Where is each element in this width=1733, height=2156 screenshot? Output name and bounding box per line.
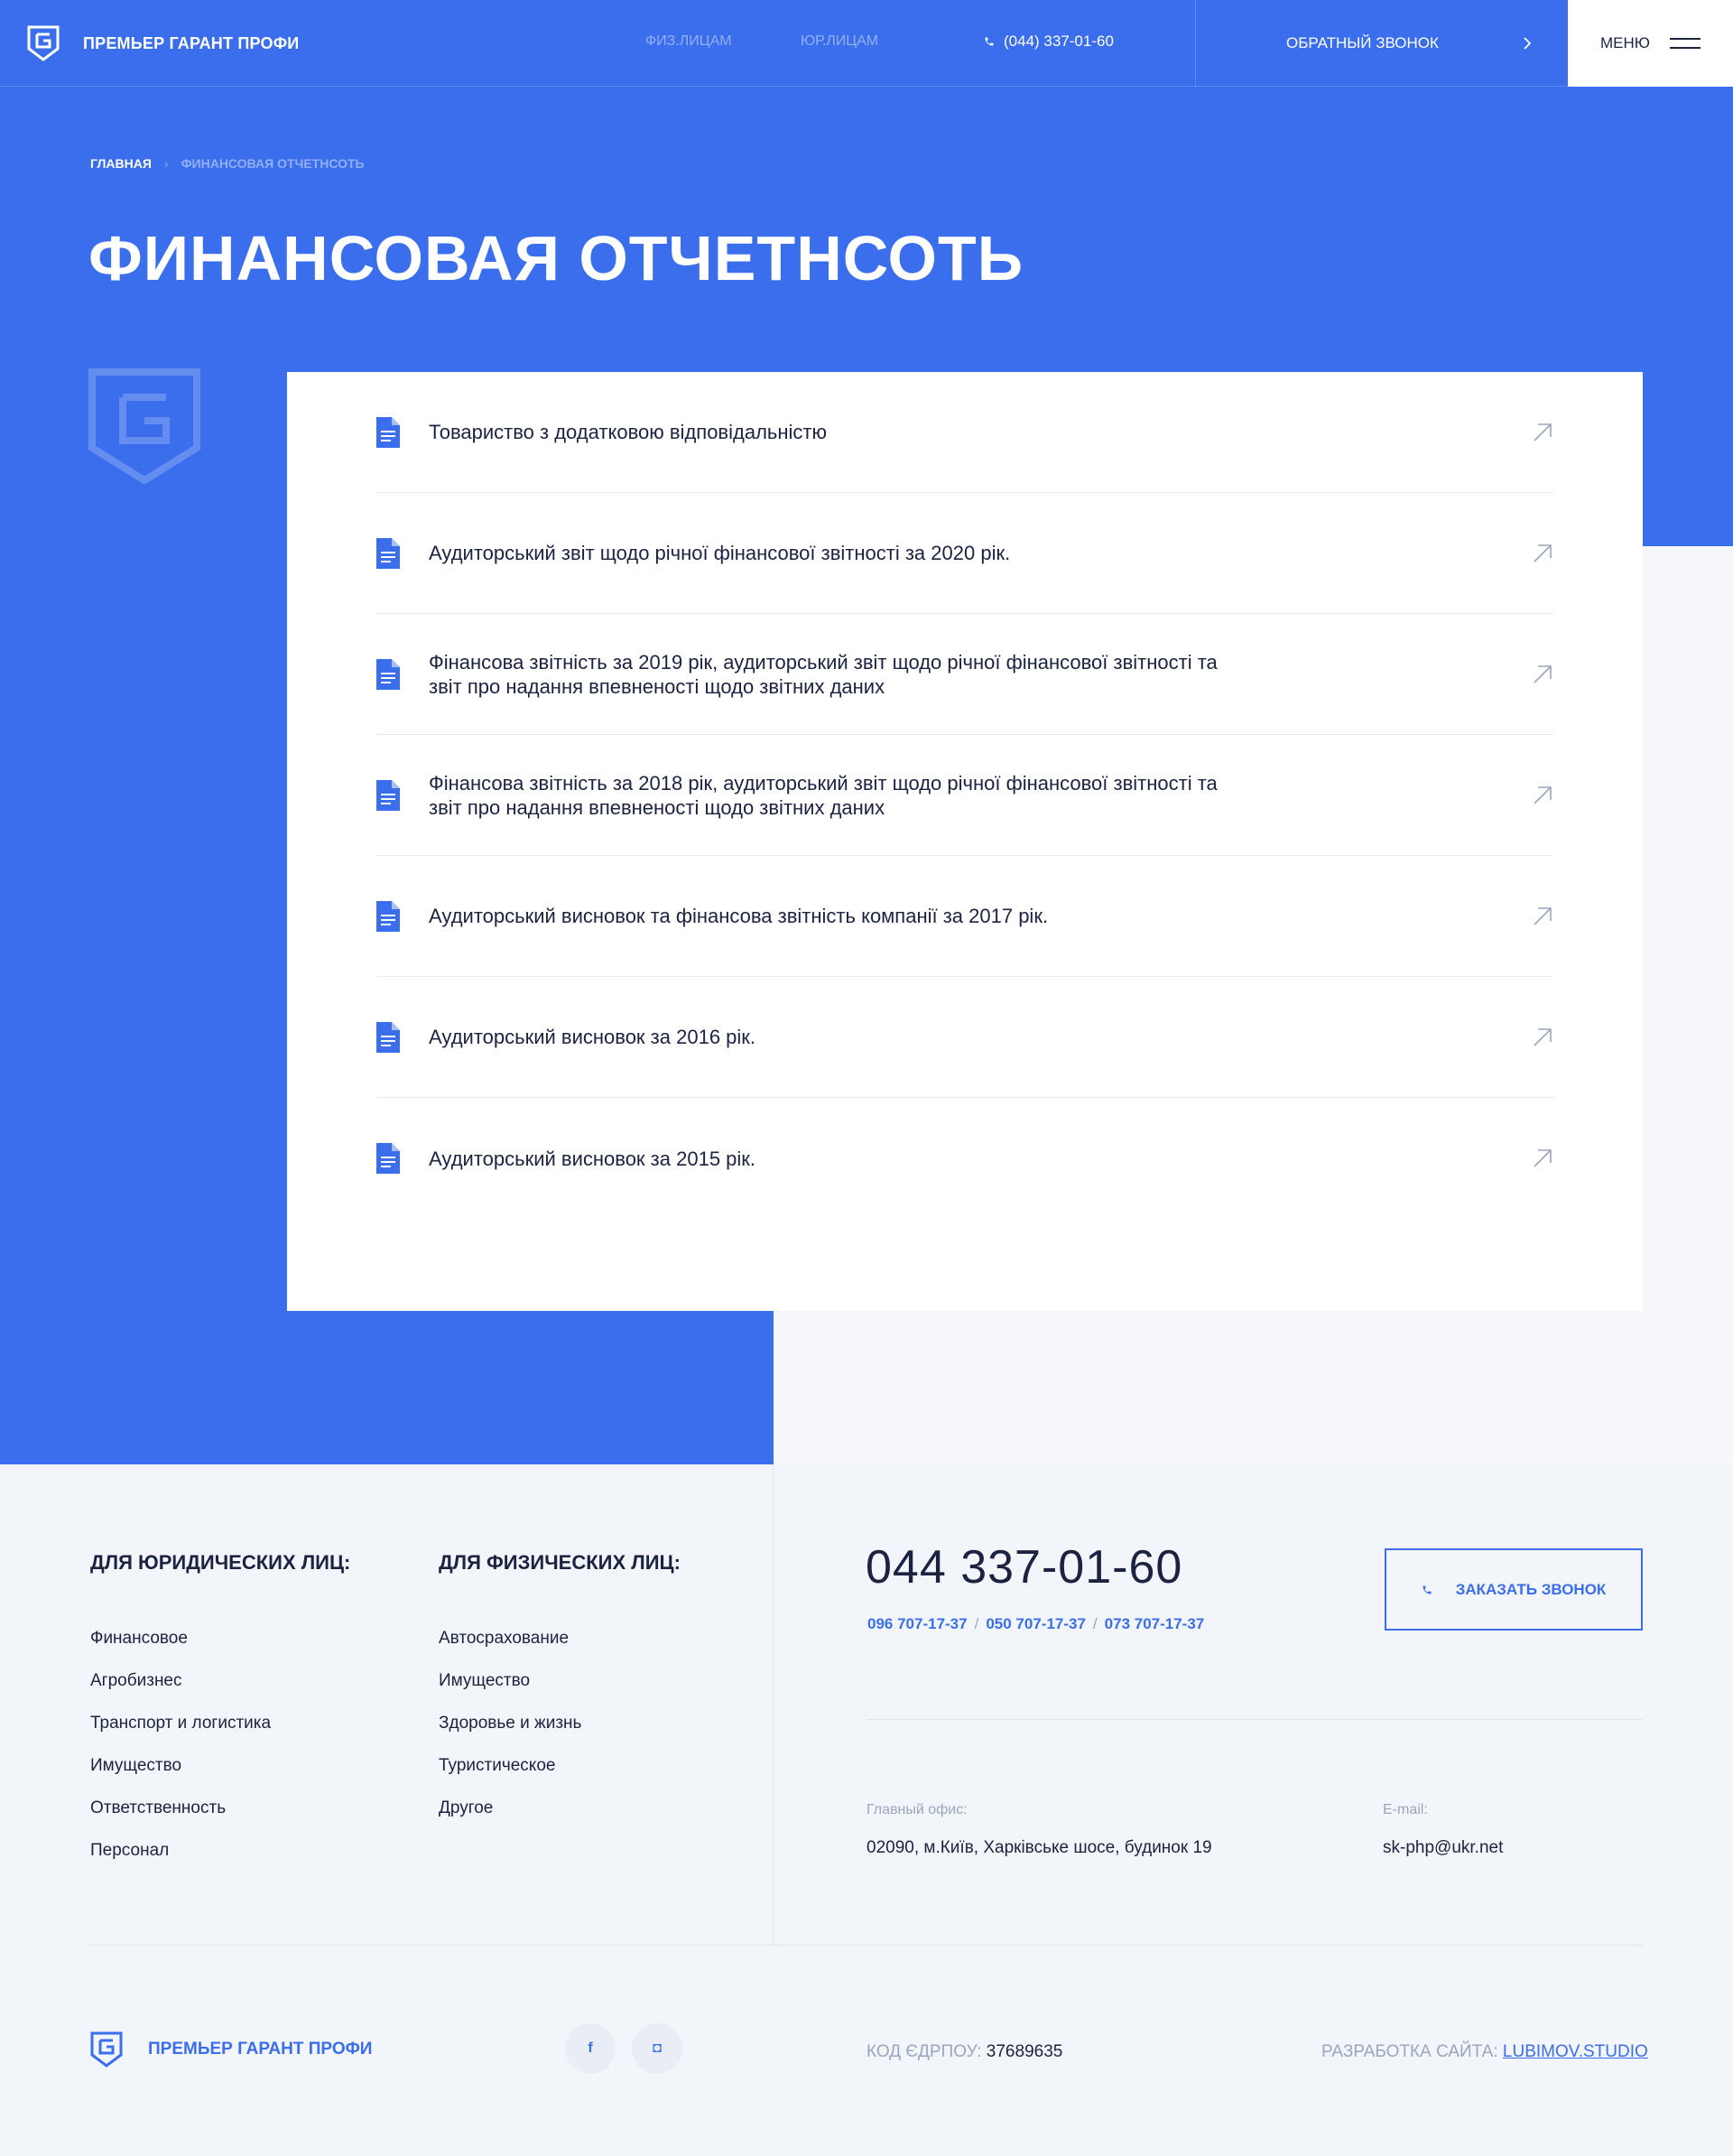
document-row[interactable]: Аудиторський звіт щодо річної фінансової… [376, 493, 1553, 614]
documents-list: Товариство з додатковою відповідальністю… [376, 372, 1553, 1219]
footer-horizontal-divider [90, 1945, 1643, 1946]
document-title: Аудиторський звіт щодо річної фінансової… [429, 542, 1011, 564]
logo-shield-icon [90, 2031, 123, 2068]
footer-link[interactable]: Туристическое [439, 1756, 581, 1798]
personal-column-title: ДЛЯ ФИЗИЧЕСКИХ ЛИЦ: [439, 1551, 681, 1574]
arrow-up-right-icon [1534, 544, 1552, 562]
header-phone-link[interactable]: (044) 337-01-60 [984, 33, 1114, 51]
phone-separator: / [1092, 1615, 1098, 1632]
document-icon [376, 900, 400, 932]
brand-name: ПРЕМЬЕР ГАРАНТ ПРОФИ [83, 33, 300, 52]
callback-label: ОБРАТНЫЙ ЗВОНОК [1286, 34, 1439, 51]
legal-links-list: Финансовое Агробизнес Транспорт и логистик… [90, 1629, 271, 1883]
developer-credit: РАЗРАБОТКА САЙТА: LUBIMOV.STUDIO [1321, 2042, 1648, 2062]
document-row[interactable]: Аудиторський висновок та фінансова звітн… [376, 856, 1553, 977]
footer-link[interactable]: Автосрахование [439, 1629, 581, 1671]
footer-link[interactable]: Имущество [439, 1671, 581, 1714]
footer-brand-name: ПРЕМЬЕР ГАРАНТ ПРОФИ [148, 2040, 373, 2058]
footer-link[interactable]: Ответственность [90, 1798, 271, 1841]
document-title: Фінансова звітність за 2018 рік, аудитор… [429, 771, 1218, 819]
breadcrumb-current: ФИНАНСОВАЯ ОТЧЕТНСОТЬ [181, 156, 365, 171]
developer-link[interactable]: LUBIMOV.STUDIO [1503, 2042, 1648, 2061]
site-header: ПРЕМЬЕР ГАРАНТ ПРОФИ ФИЗ.ЛИЦАМ ЮР.ЛИЦАМ … [0, 0, 1733, 87]
document-title: Аудиторський висновок за 2016 рік. [429, 1026, 756, 1048]
facebook-icon[interactable]: f [565, 2023, 616, 2074]
footer-link[interactable]: Здоровье и жизнь [439, 1714, 581, 1756]
nav-individuals[interactable]: ФИЗ.ЛИЦАМ [645, 33, 732, 50]
document-icon [376, 1143, 400, 1174]
arrow-up-right-icon [1534, 423, 1552, 441]
document-row[interactable]: Аудиторський висновок за 2016 рік. [376, 977, 1553, 1098]
callback-button[interactable]: ОБРАТНЫЙ ЗВОНОК [1195, 0, 1568, 87]
footer-link[interactable]: Транспорт и логистика [90, 1714, 271, 1756]
arrow-up-right-icon [1534, 1027, 1552, 1046]
phone-icon [1423, 1585, 1432, 1594]
document-icon [376, 416, 400, 448]
edrpou-value: 37689635 [986, 2042, 1063, 2061]
document-icon [376, 537, 400, 569]
footer-vertical-divider [773, 1464, 774, 1945]
footer-phone-1[interactable]: 096 707-17-37 [867, 1615, 968, 1633]
edrpou-label: КОД ЄДРПОУ: [866, 2042, 982, 2061]
header-phone: (044) 337-01-60 [1004, 33, 1114, 50]
menu-label: МЕНЮ [1600, 34, 1650, 51]
phone-icon [985, 37, 994, 46]
page-title: ФИНАНСОВАЯ ОТЧЕТНСОТЬ [88, 223, 1024, 293]
document-icon [376, 779, 400, 811]
footer-logo[interactable]: ПРЕМЬЕР ГАРАНТ ПРОФИ [90, 2031, 372, 2068]
document-row[interactable]: Товариство з додатковою відповідальністю [376, 372, 1553, 493]
burger-icon [1669, 38, 1701, 49]
office-address: 02090, м.Київ, Харківське шосе, будинок … [866, 1838, 1212, 1857]
header-logo[interactable]: ПРЕМЬЕР ГАРАНТ ПРОФИ [27, 25, 299, 61]
document-title: Аудиторський висновок за 2015 рік. [429, 1147, 756, 1170]
contact-divider [866, 1719, 1643, 1720]
document-row[interactable]: Фінансова звітність за 2019 рік, аудитор… [376, 614, 1553, 735]
document-icon [376, 658, 400, 690]
menu-button[interactable]: МЕНЮ [1568, 0, 1733, 87]
documents-card: Товариство з додатковою відповідальністю… [287, 372, 1643, 1311]
arrow-up-right-icon [1534, 1149, 1552, 1167]
arrow-up-right-icon [1534, 906, 1552, 925]
document-row[interactable]: Аудиторський висновок за 2015 рік. [376, 1098, 1553, 1219]
footer-link[interactable]: Другое [439, 1798, 581, 1841]
email-value[interactable]: sk-php@ukr.net [1383, 1838, 1503, 1858]
breadcrumb-separator: › [163, 156, 169, 171]
legal-column-title: ДЛЯ ЮРИДИЧЕСКИХ ЛИЦ: [90, 1551, 351, 1574]
chevron-right-icon [1524, 37, 1532, 50]
footer-extra-phones: 096 707-17-37 / 050 707-17-37 / 073 707-… [867, 1615, 1204, 1633]
document-title: Фінансова звітність за 2019 рік, аудитор… [429, 650, 1218, 698]
edrpou-code: КОД ЄДРПОУ: 37689635 [866, 2042, 1062, 2062]
developer-label: РАЗРАБОТКА САЙТА: [1321, 2042, 1498, 2061]
order-call-button[interactable]: ЗАКАЗАТЬ ЗВОНОК [1385, 1548, 1643, 1631]
personal-links-list: Автосрахование Имущество Здоровье и жизнь Т… [439, 1629, 581, 1841]
nav-companies[interactable]: ЮР.ЛИЦАМ [801, 33, 878, 50]
footer-phone-2[interactable]: 050 707-17-37 [986, 1615, 1086, 1633]
office-label: Главный офис: [866, 1802, 968, 1817]
email-label: E-mail: [1383, 1802, 1428, 1817]
document-icon [376, 1021, 400, 1053]
document-title: Аудиторський висновок та фінансова звітн… [429, 905, 1049, 927]
footer-phone-3[interactable]: 073 707-17-37 [1105, 1615, 1205, 1633]
arrow-up-right-icon [1534, 785, 1552, 804]
breadcrumb-home[interactable]: ГЛАВНАЯ [90, 156, 152, 171]
footer-link[interactable]: Агробизнес [90, 1671, 271, 1714]
footer-main-phone[interactable]: 044 337-01-60 [866, 1540, 1182, 1594]
logo-shield-icon [27, 25, 60, 61]
footer-link[interactable]: Персонал [90, 1841, 271, 1883]
document-row[interactable]: Фінансова звітність за 2018 рік, аудитор… [376, 735, 1553, 856]
decorative-shield-icon [88, 368, 200, 484]
instagram-icon[interactable]: ◘ [632, 2023, 682, 2074]
footer-link[interactable]: Финансовое [90, 1629, 271, 1671]
footer-link[interactable]: Имущество [90, 1756, 271, 1798]
phone-separator: / [974, 1615, 979, 1632]
document-title: Товариство з додатковою відповідальністю [429, 421, 827, 443]
arrow-up-right-icon [1534, 664, 1552, 683]
order-call-label: ЗАКАЗАТЬ ЗВОНОК [1455, 1580, 1607, 1598]
breadcrumb: ГЛАВНАЯ › ФИНАНСОВАЯ ОТЧЕТНСОТЬ [90, 156, 365, 171]
